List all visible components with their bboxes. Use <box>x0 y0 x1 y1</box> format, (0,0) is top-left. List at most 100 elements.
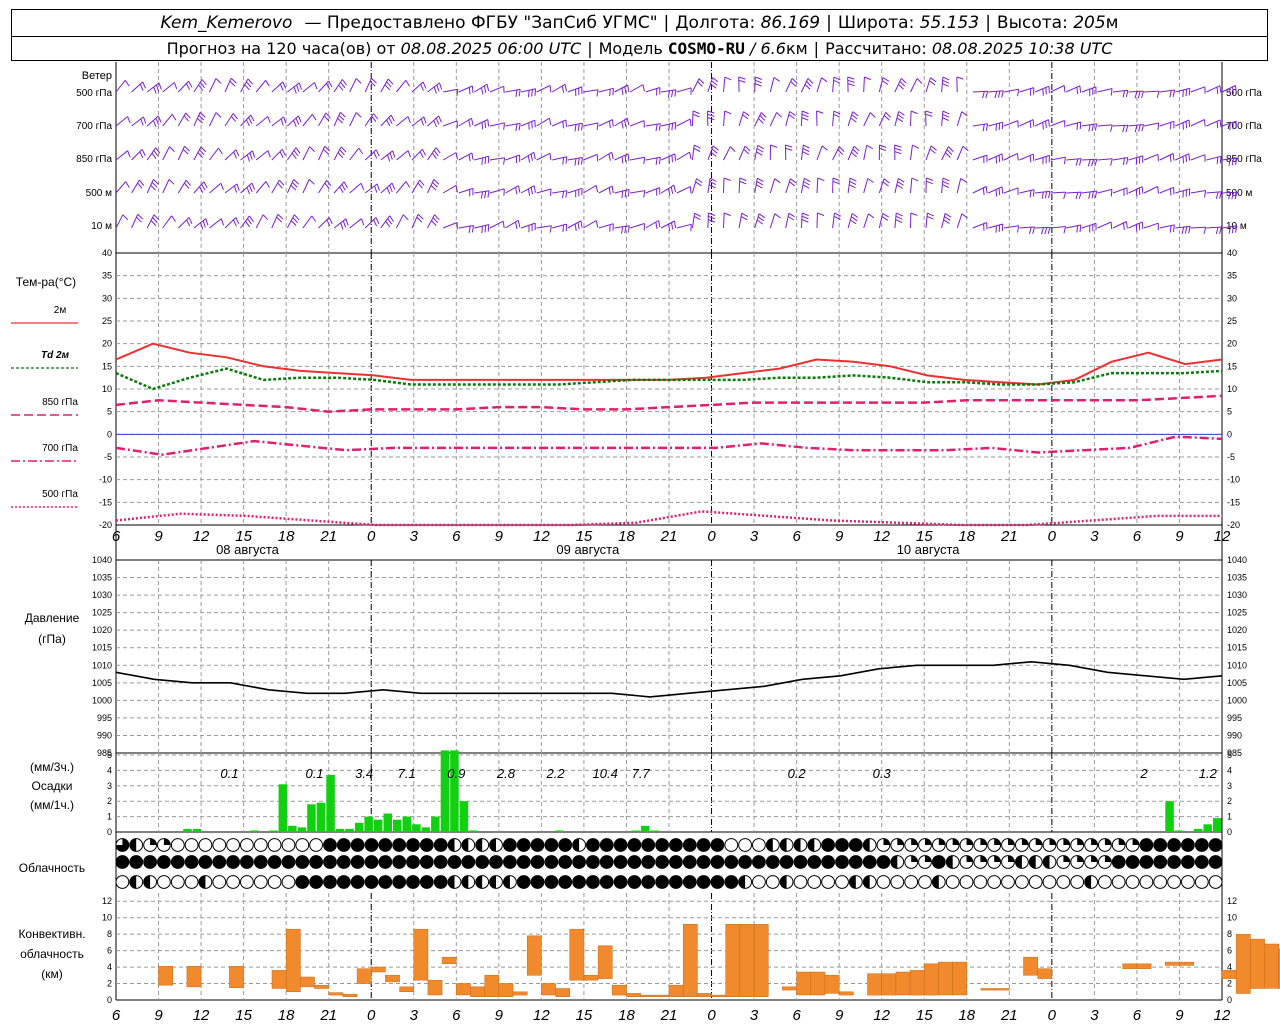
precip-y-tick-right: 1 <box>1227 812 1232 822</box>
wind-barb-feather <box>925 110 933 114</box>
wind-barb <box>458 187 474 197</box>
wind-barb-feather <box>1138 223 1141 231</box>
wind-barb-feather <box>581 123 583 131</box>
wind-barb-staff <box>552 156 567 161</box>
wind-barb-staff <box>738 213 743 229</box>
wind-barb-feather <box>869 112 876 118</box>
precip-3h-label: 0.3 <box>873 766 892 781</box>
wind-barb-feather <box>838 146 845 152</box>
wind-barb-staff <box>271 214 279 229</box>
wind-barb <box>380 182 396 195</box>
wind-barb-feather <box>137 182 143 189</box>
cloud-cover-quarter <box>1008 855 1015 862</box>
wind-barb <box>458 152 474 162</box>
wind-barb-feather <box>1182 156 1185 164</box>
wind-barb-feather <box>1110 189 1113 197</box>
wind-barb-feather <box>152 217 158 224</box>
wind-barb-feather <box>276 216 283 223</box>
wind-barb-staff <box>209 182 222 194</box>
cloud-cover-quarter <box>980 855 987 862</box>
wind-barb <box>1143 222 1159 231</box>
wind-barb-feather <box>233 151 237 159</box>
wind-barb <box>552 156 568 165</box>
temp-y-tick: 35 <box>102 271 112 281</box>
cloud-cover-circle <box>876 875 891 889</box>
wind-barb-staff <box>318 146 326 161</box>
wind-barb <box>551 83 567 93</box>
precip-bar <box>278 784 288 832</box>
wind-barb <box>1128 221 1144 232</box>
cloud-cover-circle <box>793 875 808 889</box>
wind-barb-feather <box>883 115 890 121</box>
cloud-cover-quarter <box>1063 855 1070 862</box>
wind-barb-staff <box>271 179 280 194</box>
wind-barb-feather <box>487 190 490 198</box>
wind-barb-feather <box>956 76 964 80</box>
wind-barb <box>988 121 1004 131</box>
cloud-cover-circle <box>641 875 656 889</box>
temp-legend-label: Td 2м <box>41 350 70 361</box>
conv-cloud-bar <box>498 983 514 997</box>
wind-barb-staff <box>1003 225 1019 229</box>
wind-barb-feather <box>851 151 857 158</box>
cloud-cover-circle <box>890 875 905 889</box>
conv-cloud-bar <box>739 924 755 997</box>
wind-barb <box>847 177 857 194</box>
wind-barb-staff <box>131 179 140 194</box>
precip-3h-label: 0.9 <box>447 766 465 781</box>
wind-barb-feather <box>744 145 751 152</box>
wind-barb <box>691 212 702 229</box>
wind-barb-feather <box>168 179 175 185</box>
wind-barb-staff <box>785 78 793 93</box>
wind-barb-feather <box>407 150 411 158</box>
wind-barb <box>1159 186 1175 196</box>
wind-barb <box>956 213 968 229</box>
wind-barb-staff <box>910 78 918 93</box>
wind-barb-staff <box>894 78 902 93</box>
wind-barb-staff <box>318 80 330 93</box>
conv-y-tick: 10 <box>102 913 112 923</box>
time-tick-label-bottom: 0 <box>707 1007 716 1024</box>
precip-bar <box>393 819 402 832</box>
wind-barb-staff <box>177 112 187 127</box>
wind-barb <box>630 156 646 165</box>
wind-barb-feather <box>671 222 674 230</box>
wind-barb-feather <box>1182 122 1184 130</box>
wind-barb-staff <box>302 82 315 93</box>
wind-barb <box>240 215 254 229</box>
wind-barb-staff <box>349 218 362 229</box>
temp-y-tick: 15 <box>102 361 112 371</box>
wind-barb-feather <box>184 145 190 152</box>
wind-barb <box>769 112 782 127</box>
time-tick-label-top: 18 <box>278 528 295 545</box>
wind-barb-feather <box>202 220 206 228</box>
wind-barb-staff <box>972 222 987 229</box>
wind-barb-feather <box>235 149 240 157</box>
wind-barb-staff <box>941 146 949 161</box>
wind-barb-staff <box>505 88 521 93</box>
wind-barb <box>1159 153 1175 162</box>
cloud-cover-circle <box>530 855 545 869</box>
wind-barb-feather <box>896 184 903 189</box>
wind-barb-feather <box>435 147 441 154</box>
wind-barb-staff <box>660 153 676 161</box>
wind-panel-label: Ветер <box>82 70 112 82</box>
wind-barb-staff <box>988 223 1003 229</box>
wind-barb <box>1081 86 1097 97</box>
wind-barb-feather <box>468 154 471 162</box>
wind-barb <box>707 177 717 194</box>
wind-barb-feather <box>281 149 286 156</box>
wind-barb-staff <box>427 214 435 229</box>
wind-barb <box>1097 124 1113 132</box>
wind-barb-feather <box>738 76 746 80</box>
wind-barb-feather <box>387 154 391 162</box>
wind-barb <box>863 76 872 93</box>
wind-barb <box>1003 187 1019 195</box>
wind-barb-staff <box>411 214 419 229</box>
wind-barb <box>941 110 950 127</box>
wind-barb <box>660 184 676 196</box>
wind-barb-staff <box>691 110 694 127</box>
wind-barb-feather <box>621 156 624 164</box>
precip-3h-label: 3.4 <box>355 766 373 781</box>
wind-barb <box>645 123 661 132</box>
